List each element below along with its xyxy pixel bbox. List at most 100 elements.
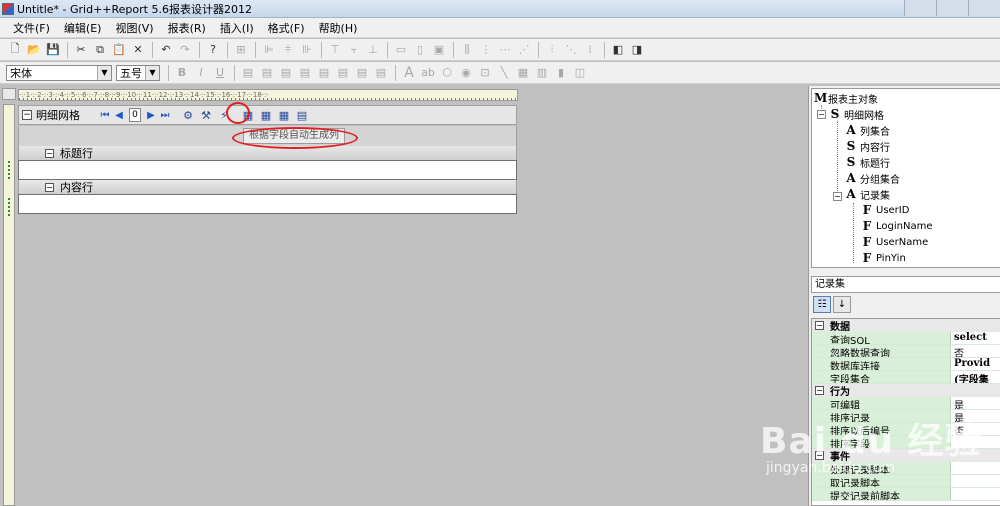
h-spacing-decrease-icon[interactable]: ⋯ [496, 41, 514, 59]
help-icon[interactable]: ? [204, 41, 222, 59]
property-value[interactable]: 是 [950, 410, 1000, 422]
text-justify-icon[interactable]: ▤ [353, 64, 371, 82]
page-number[interactable]: 0 [129, 108, 141, 122]
menu-edit[interactable]: 编辑(E) [57, 20, 109, 36]
last-page-icon[interactable]: ⏭ [158, 110, 172, 121]
property-row[interactable]: 查询SQL select [812, 332, 1000, 345]
design-workspace[interactable]: ·:·1·:·2·:·3·:·4·:·5·:·6·:·7·:·8·:·9·:·1… [0, 86, 808, 506]
property-category-behavior[interactable]: − 行为 [812, 384, 1000, 398]
same-height-icon[interactable]: ▯ [411, 41, 429, 59]
text-align-bottom-icon[interactable]: ▤ [334, 64, 352, 82]
insert-text-tool[interactable]: A [400, 64, 418, 82]
property-category-events[interactable]: − 事件 [812, 449, 1000, 463]
grid-layout-4-icon[interactable]: ▤ [294, 107, 310, 123]
align-right-icon[interactable]: ⊪ [298, 41, 316, 59]
copy-icon[interactable]: ⧉ [91, 41, 109, 59]
menu-insert[interactable]: 插入(I) [213, 20, 261, 36]
insert-picture-icon[interactable]: ◉ [457, 64, 475, 82]
text-align-middle-icon[interactable]: ▤ [315, 64, 333, 82]
tree-node-field[interactable]: F PinYin [862, 250, 906, 266]
font-name-select[interactable]: 宋体 ▼ [6, 64, 112, 81]
property-value[interactable] [950, 462, 1000, 474]
property-row[interactable]: 可编辑 是 [812, 397, 1000, 410]
tree-node-detail-grid[interactable]: S 明细网格 [830, 106, 884, 122]
property-value[interactable]: Provid [950, 358, 1000, 370]
redo-icon[interactable]: ↷ [176, 41, 194, 59]
delete-icon[interactable]: ✕ [129, 41, 147, 59]
tree-node-field[interactable]: F LoginName [862, 218, 933, 234]
maximize-button[interactable] [936, 0, 968, 16]
collapse-icon[interactable]: − [45, 182, 54, 192]
menu-view[interactable]: 视图(V) [108, 20, 160, 36]
title-band-header[interactable]: − 标题行 [18, 146, 517, 160]
collapse-icon[interactable]: − [815, 451, 824, 460]
text-align-left-icon[interactable]: ▤ [239, 64, 257, 82]
property-row[interactable]: 取记录脚本 [812, 475, 1000, 488]
menu-format[interactable]: 格式(F) [261, 20, 312, 36]
menu-help[interactable]: 帮助(H) [312, 20, 365, 36]
undo-icon[interactable]: ↶ [157, 41, 175, 59]
sort-alpha-icon[interactable]: ↓ [833, 295, 851, 313]
insert-chart-icon[interactable]: ▥ [533, 64, 551, 82]
tree-node-field[interactable]: F UserName [862, 234, 929, 250]
align-bottom-icon[interactable]: ⊥ [364, 41, 382, 59]
send-back-icon[interactable]: ◨ [628, 41, 646, 59]
collapse-icon[interactable]: − [815, 386, 824, 395]
object-tree[interactable]: − − M 报表主对象 S 明细网格 A 列集合 S 内容行 S 标题行 A 分… [811, 88, 1000, 268]
prev-page-icon[interactable]: ◀ [112, 110, 126, 121]
property-grid[interactable]: − 数据 查询SQL select 忽略数据查询 否 数据库连接 Provid … [811, 318, 1000, 506]
v-spacing-increase-icon[interactable]: ⋱ [562, 41, 580, 59]
select-icon[interactable]: ⊞ [232, 41, 250, 59]
menu-report[interactable]: 报表(R) [161, 20, 213, 36]
field-binding-icon[interactable]: ⚙ [180, 107, 196, 123]
insert-line-icon[interactable]: ╲ [495, 64, 513, 82]
property-value[interactable]: 是 [950, 397, 1000, 409]
property-row[interactable]: 提交记录前脚本 [812, 488, 1000, 501]
property-value[interactable] [950, 475, 1000, 487]
detail-grid-header[interactable]: − 明细网格 ⏮ ◀ 0 ▶ ⏭ ⚙ ⚒ ⚡ ▦ ▦ ▦ ▤ [18, 105, 517, 125]
chevron-down-icon[interactable]: ▼ [97, 65, 111, 80]
tree-node-content-row[interactable]: S 内容行 [846, 138, 890, 154]
insert-box-icon[interactable]: ▦ [514, 64, 532, 82]
paste-icon[interactable]: 📋 [110, 41, 128, 59]
v-spacing-equal-icon[interactable]: ⫶ [543, 41, 561, 59]
tree-collapse-icon[interactable]: − [817, 110, 826, 119]
collapse-icon[interactable]: − [815, 321, 824, 330]
field-list-icon[interactable]: ⚒ [198, 107, 214, 123]
tree-node-columns[interactable]: A 列集合 [846, 122, 890, 138]
h-spacing-equal-icon[interactable]: ⫼ [458, 41, 476, 59]
tree-node-recordset[interactable]: A 记录集 [846, 186, 890, 202]
property-category-data[interactable]: − 数据 [812, 319, 1000, 333]
insert-memo-icon[interactable]: ⊡ [476, 64, 494, 82]
same-width-icon[interactable]: ▭ [392, 41, 410, 59]
property-value[interactable]: 否 [950, 423, 1000, 435]
chevron-down-icon[interactable]: ▼ [145, 65, 159, 80]
property-value[interactable] [950, 488, 1000, 500]
tree-node-report[interactable]: M 报表主对象 [814, 90, 878, 106]
menu-file[interactable]: 文件(F) [6, 20, 57, 36]
font-size-select[interactable]: 五号 ▼ [116, 64, 160, 81]
tree-collapse-icon[interactable]: − [833, 192, 842, 201]
property-row[interactable]: 排序记录 是 [812, 410, 1000, 423]
align-top-icon[interactable]: ⊤ [326, 41, 344, 59]
text-align-center-icon[interactable]: ▤ [258, 64, 276, 82]
collapse-icon[interactable]: − [45, 148, 54, 158]
text-wrap-icon[interactable]: ▤ [372, 64, 390, 82]
text-align-right-icon[interactable]: ▤ [277, 64, 295, 82]
underline-button[interactable]: U [211, 64, 229, 82]
property-value[interactable]: select [950, 332, 1000, 344]
insert-subreport-icon[interactable]: ◫ [571, 64, 589, 82]
property-row[interactable]: 排序以后编号 否 [812, 423, 1000, 436]
collapse-icon[interactable]: − [22, 110, 32, 120]
insert-shape-icon[interactable]: ⬡ [438, 64, 456, 82]
close-window-button[interactable] [968, 0, 1000, 16]
content-band-header[interactable]: − 内容行 [18, 180, 517, 194]
next-page-icon[interactable]: ▶ [144, 110, 158, 121]
grid-layout-3-icon[interactable]: ▦ [276, 107, 292, 123]
property-value[interactable]: 否 [950, 345, 1000, 357]
italic-button[interactable]: I [192, 64, 210, 82]
tree-node-field[interactable]: F UserID [862, 202, 910, 218]
insert-barcode-icon[interactable]: ▮ [552, 64, 570, 82]
v-spacing-decrease-icon[interactable]: ⁞ [581, 41, 599, 59]
object-selector[interactable]: 记录集 [811, 276, 1000, 293]
